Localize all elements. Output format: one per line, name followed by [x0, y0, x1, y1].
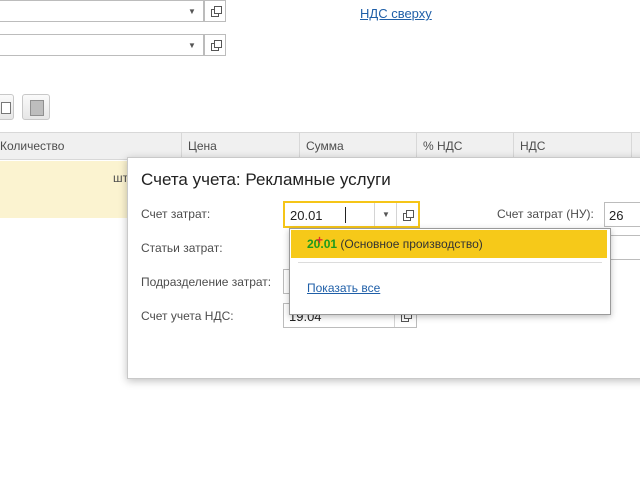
column-header[interactable]: НДС	[514, 133, 632, 159]
cost-items-input[interactable]	[608, 235, 640, 260]
paste-icon	[30, 100, 44, 116]
chevron-down-icon[interactable]: ▼	[374, 203, 397, 226]
divider	[298, 262, 602, 263]
table-header: Количество Цена Сумма % НДС НДС	[0, 132, 640, 160]
open-form-icon	[205, 1, 227, 21]
cost-account-input[interactable]: 20.01 ▼	[283, 201, 420, 228]
copy-icon	[1, 102, 11, 114]
column-header[interactable]: Сумма	[300, 133, 417, 159]
chevron-down-icon[interactable]: ▼	[181, 35, 203, 55]
organization-open-button[interactable]	[204, 0, 226, 22]
contract-open-button[interactable]	[204, 34, 226, 56]
tax-account-input[interactable]: 26	[604, 202, 640, 227]
autocomplete-list: 20.01 (Основное производство) Показать в…	[289, 228, 611, 315]
open-form-icon	[205, 35, 227, 55]
organization-field[interactable]: ▼	[0, 0, 204, 22]
paste-button[interactable]	[22, 94, 50, 120]
contract-field[interactable]: ▼	[0, 34, 204, 56]
tax-account-value: 26	[609, 208, 624, 223]
show-all-link[interactable]: Показать все	[307, 281, 380, 295]
cost-account-label: Счет затрат:	[141, 207, 211, 221]
item-description: (Основное производство)	[337, 237, 483, 251]
row-unit: шт	[113, 171, 129, 185]
text-cursor	[345, 207, 346, 223]
cost-account-value: 20.01	[290, 208, 323, 223]
list-item-text: 20.01 (Основное производство)	[307, 230, 483, 258]
copy-button[interactable]	[0, 94, 14, 120]
tax-account-label: Счет затрат (НУ):	[497, 207, 594, 221]
popup-title: Счета учета: Рекламные услуги	[141, 170, 391, 189]
column-header[interactable]: Цена	[182, 133, 300, 159]
cost-items-label: Статьи затрат:	[141, 241, 223, 255]
column-header[interactable]: Количество	[0, 133, 182, 159]
list-item[interactable]: 20.01 (Основное производство)	[291, 230, 607, 258]
open-form-icon[interactable]	[396, 203, 419, 226]
vat-account-label: Счет учета НДС:	[141, 309, 234, 323]
column-header[interactable]: % НДС	[417, 133, 514, 159]
mouse-cursor-icon: +	[316, 233, 324, 247]
vat-on-top-link[interactable]: НДС сверху	[360, 6, 432, 21]
department-label: Подразделение затрат:	[141, 275, 272, 289]
chevron-down-icon[interactable]: ▼	[181, 1, 203, 21]
